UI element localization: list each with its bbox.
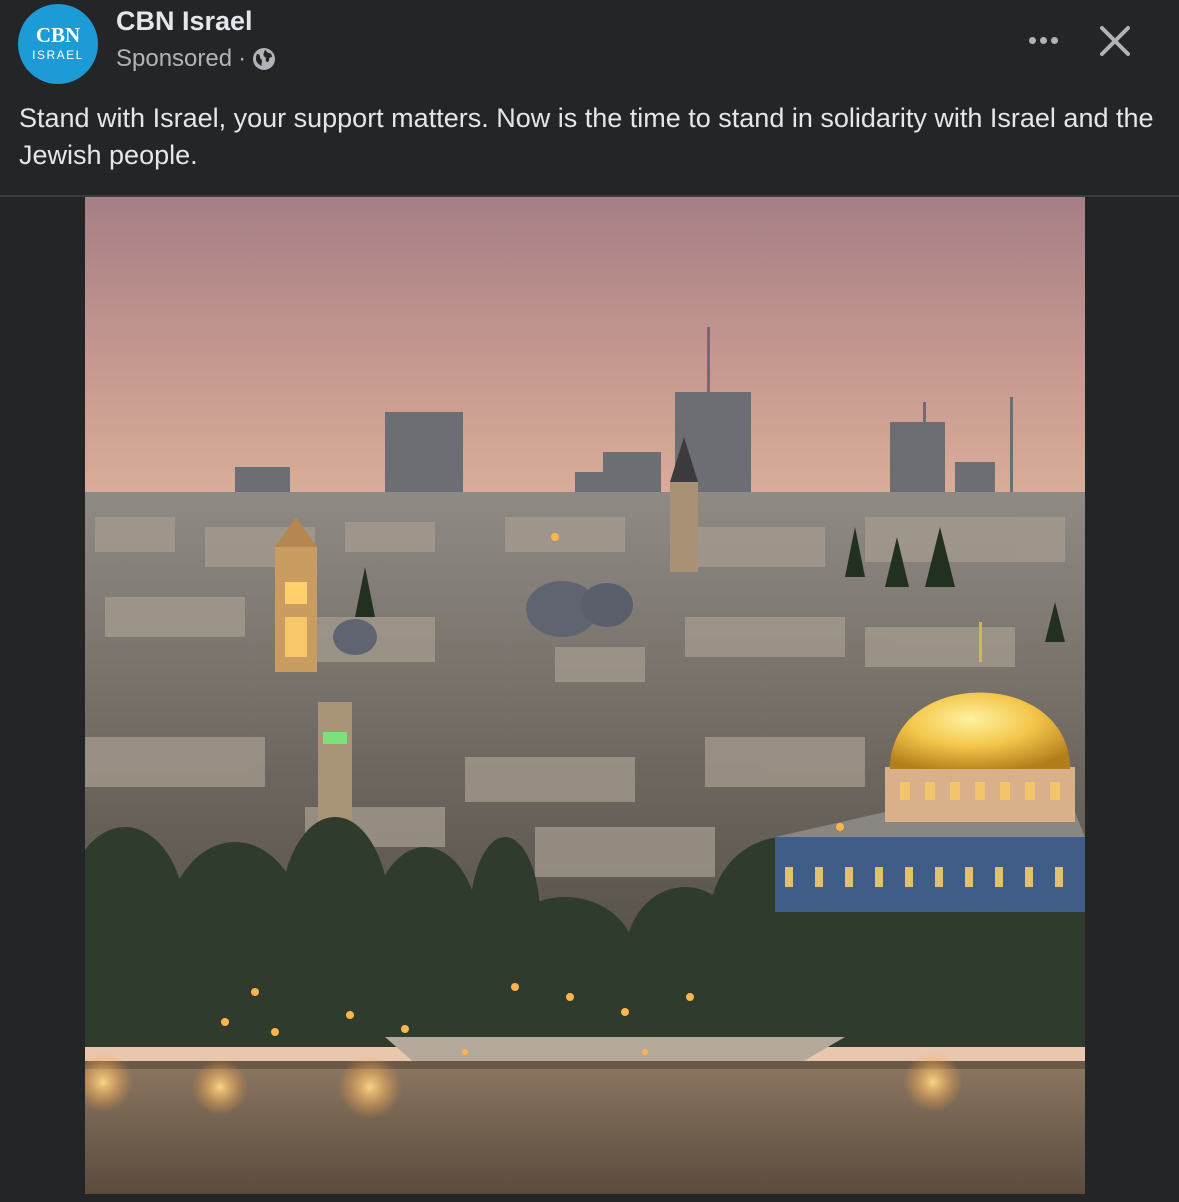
more-options-button[interactable]: [1020, 22, 1066, 58]
page-name-link[interactable]: CBN Israel: [116, 6, 253, 37]
globe-icon[interactable]: [252, 47, 276, 71]
more-dot: [1050, 36, 1058, 44]
sponsored-post: CBN ISRAEL CBN Israel Sponsored · Stand …: [0, 0, 1179, 1202]
more-dot: [1039, 36, 1047, 44]
post-photo[interactable]: [85, 197, 1085, 1194]
post-caption: Stand with Israel, your support matters.…: [19, 103, 1154, 170]
post-meta: Sponsored ·: [116, 45, 276, 73]
post-header: CBN ISRAEL CBN Israel Sponsored ·: [0, 0, 1179, 96]
meta-separator: ·: [238, 45, 247, 72]
avatar-logo-text: CBN: [35, 22, 81, 47]
sponsored-label[interactable]: Sponsored: [116, 45, 232, 73]
more-horizontal-icon: [1028, 36, 1036, 44]
avatar-logo-subtext: ISRAEL: [32, 47, 84, 62]
close-icon[interactable]: [1094, 20, 1136, 62]
page-avatar[interactable]: CBN ISRAEL: [18, 4, 98, 84]
post-media: [0, 197, 1179, 1202]
